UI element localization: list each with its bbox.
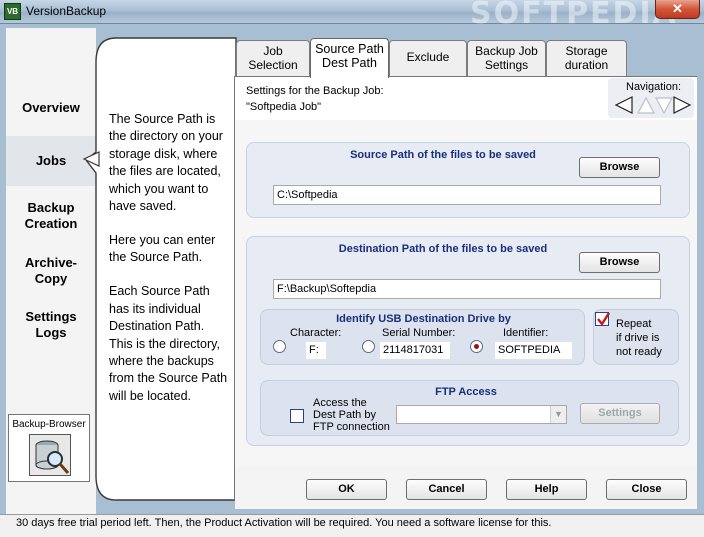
window-close-button[interactable]: ✕ [655, 0, 700, 19]
nav-item-settings-logs[interactable]: Settings Logs [6, 309, 96, 341]
nav-up-icon[interactable] [637, 96, 655, 114]
identifier-value: SOFTPEDIA [495, 342, 572, 359]
ftp-settings-button[interactable]: Settings [580, 403, 660, 424]
identifier-radio[interactable] [470, 340, 483, 353]
usb-identify-title: Identify USB Destination Drive by [336, 313, 511, 325]
repeat-checkbox[interactable] [595, 312, 611, 327]
help-paragraph: The Source Path is the directory on your… [109, 112, 223, 214]
status-text: 30 days free trial period left. Then, th… [16, 517, 552, 529]
ok-button[interactable]: OK [306, 479, 387, 500]
help-button[interactable]: Help [506, 479, 587, 500]
tab-exclude[interactable]: Exclude [389, 40, 467, 77]
serial-number-radio[interactable] [362, 340, 375, 353]
close-button[interactable]: Close [606, 479, 687, 500]
destination-path-input[interactable]: F:\Backup\Softepdia [273, 279, 661, 299]
identifier-label: Identifier: [503, 327, 549, 339]
job-name: "Softpedia Job" [246, 101, 322, 113]
repeat-label: Repeat if drive is not ready [616, 318, 662, 358]
window-title: VersionBackup [26, 4, 107, 18]
selection-pointer-icon [82, 151, 100, 167]
app-icon[interactable]: VB [4, 3, 21, 20]
ftp-access-checkbox[interactable] [290, 409, 304, 423]
cancel-button[interactable]: Cancel [406, 479, 487, 500]
serial-number-value: 2114817031 [380, 342, 450, 359]
source-browse-button[interactable]: Browse [579, 157, 660, 178]
navigation-label: Navigation: [626, 81, 682, 93]
tab-storage-duration[interactable]: Storage duration [546, 40, 627, 77]
ftp-connection-select[interactable]: ▼ [396, 405, 567, 424]
nav-forward-icon[interactable] [673, 96, 692, 114]
ftp-access-label: Access the Dest Path by FTP connection [313, 397, 390, 433]
help-paragraph: Here you can enter the Source Path. [109, 233, 216, 265]
backup-browser-button[interactable]: Backup-Browser [8, 414, 90, 482]
destination-browse-button[interactable]: Browse [579, 252, 660, 273]
source-path-input[interactable]: C:\Softpedia [273, 185, 661, 205]
character-radio[interactable] [273, 340, 286, 353]
tab-source-dest-path[interactable]: Source Path Dest Path [310, 38, 389, 78]
character-value: F: [306, 342, 326, 359]
help-paragraph: Each Source Path has its individual Dest… [109, 284, 228, 403]
serial-number-label: Serial Number: [382, 327, 456, 339]
nav-item-overview[interactable]: Overview [6, 100, 96, 116]
backup-browser-label: Backup-Browser [12, 419, 86, 430]
tab-job-selection[interactable]: Job Selection [236, 40, 310, 77]
checkmark-icon [597, 312, 611, 327]
nav-item-backup-creation[interactable]: Backup Creation [6, 200, 96, 232]
source-path-group: Source Path of the files to be saved [246, 142, 690, 218]
database-search-icon [29, 434, 71, 476]
nav-back-icon[interactable] [614, 96, 633, 114]
tab-backup-job-settings[interactable]: Backup Job Settings [467, 40, 546, 77]
nav-item-archive-copy[interactable]: Archive- Copy [6, 255, 96, 287]
help-text: The Source Path is the directory on your… [109, 111, 231, 422]
ftp-access-title: FTP Access [435, 386, 497, 398]
chevron-down-icon: ▼ [550, 406, 566, 423]
character-label: Character: [290, 327, 342, 339]
navigation-arrows [614, 96, 692, 115]
job-settings-label: Settings for the Backup Job: [246, 85, 384, 97]
nav-down-icon[interactable] [655, 97, 673, 115]
